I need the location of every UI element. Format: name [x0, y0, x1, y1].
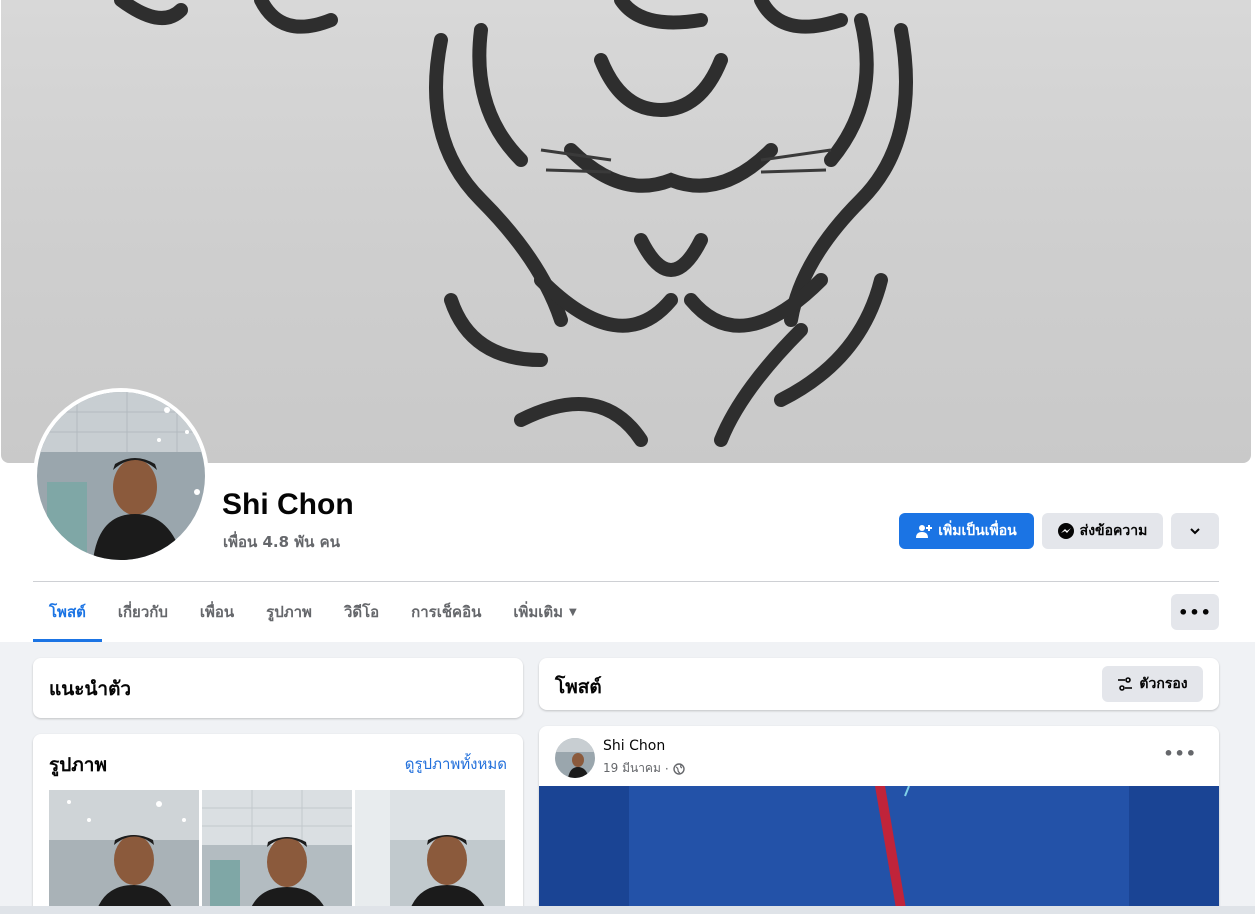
posts-title: โพสต์ — [555, 676, 602, 698]
globe-icon — [673, 762, 685, 775]
tab-about[interactable]: เกี่ยวกับ — [102, 582, 184, 642]
post-meta: 19 มีนาคม · — [603, 759, 685, 778]
cover-photo[interactable] — [1, 0, 1251, 463]
photo-thumbnail[interactable] — [49, 790, 199, 914]
bottom-scrollbar — [0, 906, 1255, 914]
add-friend-button[interactable]: เพิ่มเป็นเพื่อน — [899, 513, 1034, 549]
message-button[interactable]: ส่งข้อความ — [1042, 513, 1163, 549]
profile-photo — [37, 392, 205, 560]
messenger-icon — [1057, 523, 1074, 539]
post-image[interactable] — [539, 786, 1219, 914]
tab-posts[interactable]: โพสต์ — [33, 582, 102, 642]
profile-header: Shi Chon เพื่อน 4.8 พัน คน เพิ่มเป็นเพื่… — [0, 0, 1255, 642]
photo-thumbnail[interactable] — [355, 790, 505, 914]
add-person-icon — [916, 525, 933, 538]
profile-name: Shi Chon — [222, 488, 354, 521]
profile-avatar-ring[interactable] — [33, 388, 209, 564]
post-card: Shi Chon 19 มีนาคม · ••• — [539, 726, 1219, 914]
more-dots-icon: ••• — [1163, 744, 1197, 763]
photo-image — [355, 790, 505, 914]
profile-avatar[interactable] — [37, 392, 205, 560]
intro-card: แนะนำตัว — [33, 658, 523, 718]
intro-title: แนะนำตัว — [49, 678, 132, 700]
tab-videos[interactable]: วิดีโอ — [328, 582, 395, 642]
post-author-name[interactable]: Shi Chon — [603, 738, 665, 754]
tab-photos[interactable]: รูปภาพ — [250, 582, 328, 642]
profile-tabs: โพสต์ เกี่ยวกับ เพื่อน รูปภาพ วิดีโอ การ… — [33, 582, 593, 642]
photo-image — [49, 790, 199, 914]
filter-label: ตัวกรอง — [1139, 676, 1188, 692]
photo-image — [202, 790, 352, 914]
photos-card: รูปภาพ ดูรูปภาพทั้งหมด — [33, 734, 523, 914]
meta-separator: · — [664, 761, 669, 776]
photo-thumbnail[interactable] — [202, 790, 352, 914]
more-dots-icon: ••• — [1178, 602, 1212, 622]
post-options-button[interactable]: ••• — [1163, 744, 1197, 763]
posts-header-card: โพสต์ ตัวกรอง — [539, 658, 1219, 710]
tab-more[interactable]: เพิ่มเติม ▼ — [497, 582, 592, 642]
message-label: ส่งข้อความ — [1079, 523, 1148, 539]
photos-title: รูปภาพ — [49, 754, 107, 776]
post-author-avatar[interactable] — [555, 738, 595, 778]
see-all-photos-link[interactable]: ดูรูปภาพทั้งหมด — [405, 752, 507, 776]
post-photo — [539, 786, 1219, 914]
tab-friends[interactable]: เพื่อน — [184, 582, 250, 642]
tab-more-label: เพิ่มเติม — [513, 603, 564, 621]
tiger-drawing — [114, 0, 913, 447]
avatar-image — [555, 738, 595, 778]
filter-button[interactable]: ตัวกรอง — [1102, 666, 1203, 702]
tab-options-button[interactable]: ••• — [1171, 594, 1219, 630]
friends-count[interactable]: เพื่อน 4.8 พัน คน — [223, 530, 340, 554]
caret-down-icon: ▼ — [569, 606, 577, 618]
add-friend-label: เพิ่มเป็นเพื่อน — [938, 523, 1017, 539]
chevron-down-icon — [1190, 528, 1200, 535]
more-actions-button[interactable] — [1171, 513, 1219, 549]
tab-checkins[interactable]: การเช็คอิน — [395, 582, 497, 642]
filter-icon — [1118, 677, 1133, 691]
post-date[interactable]: 19 มีนาคม — [603, 759, 661, 778]
